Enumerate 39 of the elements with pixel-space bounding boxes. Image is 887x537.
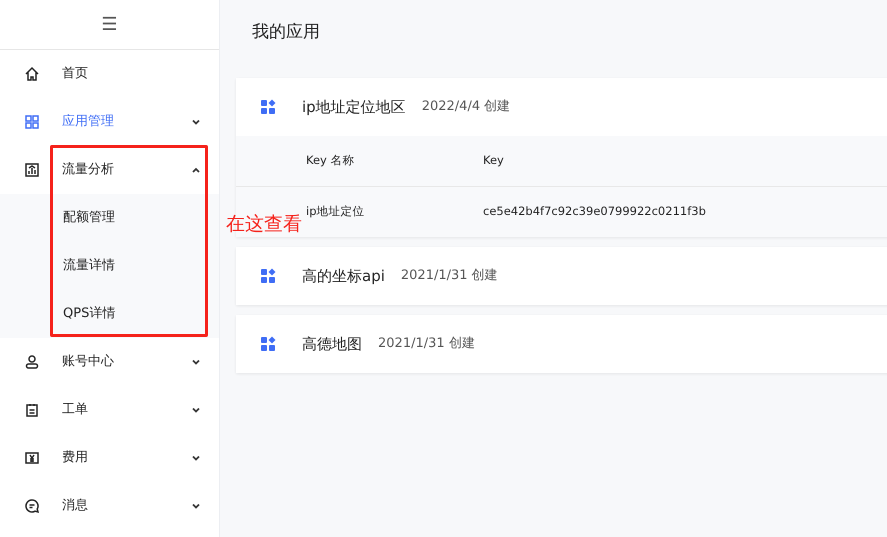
submenu-item[interactable]: 流量详情 (0, 242, 219, 290)
apps-icon (260, 336, 276, 352)
sidebar-item[interactable]: 首页 (0, 50, 219, 98)
app-name[interactable]: 高德地图 (302, 332, 362, 356)
chevron-down-icon (191, 357, 201, 367)
table-cell-text: ip地址定位 (305, 203, 366, 220)
chat-icon (24, 498, 40, 514)
chevron-down-icon (191, 117, 201, 127)
chevron-down-icon (191, 501, 201, 511)
sidebar-item[interactable]: 费用 (0, 434, 219, 482)
grid-icon (24, 114, 40, 130)
sidebar-item[interactable]: 消息 (0, 482, 219, 530)
yen-icon (24, 450, 40, 466)
sidebar-item[interactable]: 流量分析 (0, 146, 219, 194)
table-cell-text: ce5e42b4f7c92c39e0799922c0211f3b (483, 203, 706, 220)
chevron-down-icon (191, 405, 201, 415)
home-icon (24, 66, 40, 82)
menu-toggle-icon[interactable]: ☰ (101, 16, 118, 34)
app-name[interactable]: ip地址定位地区 (302, 96, 406, 118)
created-date: 2021/1/31 创建 (400, 267, 498, 286)
app-name[interactable]: 高的坐标api (302, 264, 385, 288)
sidebar-item[interactable]: 应用管理 (0, 98, 219, 146)
submenu-item[interactable]: 配额管理 (0, 194, 219, 242)
apps-icon (260, 268, 276, 284)
apps-icon (260, 99, 276, 115)
chevron-down-icon (191, 453, 201, 463)
created-date: 2022/4/4 创建 (422, 98, 510, 116)
clipboard-icon (24, 402, 40, 418)
annotation-text: 在这查看 (226, 214, 302, 235)
submenu-item[interactable]: QPS详情 (0, 290, 219, 338)
user-icon (24, 354, 40, 370)
created-date: 2021/1/31 创建 (378, 335, 475, 354)
sidebar-item[interactable]: 账号中心 (0, 338, 219, 386)
chart-icon (24, 162, 40, 178)
column-header: Key (483, 152, 504, 170)
column-header: Key 名称 (305, 152, 356, 170)
sidebar-item[interactable]: 工单 (0, 386, 219, 434)
page-title: 我的应用 (251, 21, 321, 44)
chevron-up-icon (191, 165, 201, 175)
